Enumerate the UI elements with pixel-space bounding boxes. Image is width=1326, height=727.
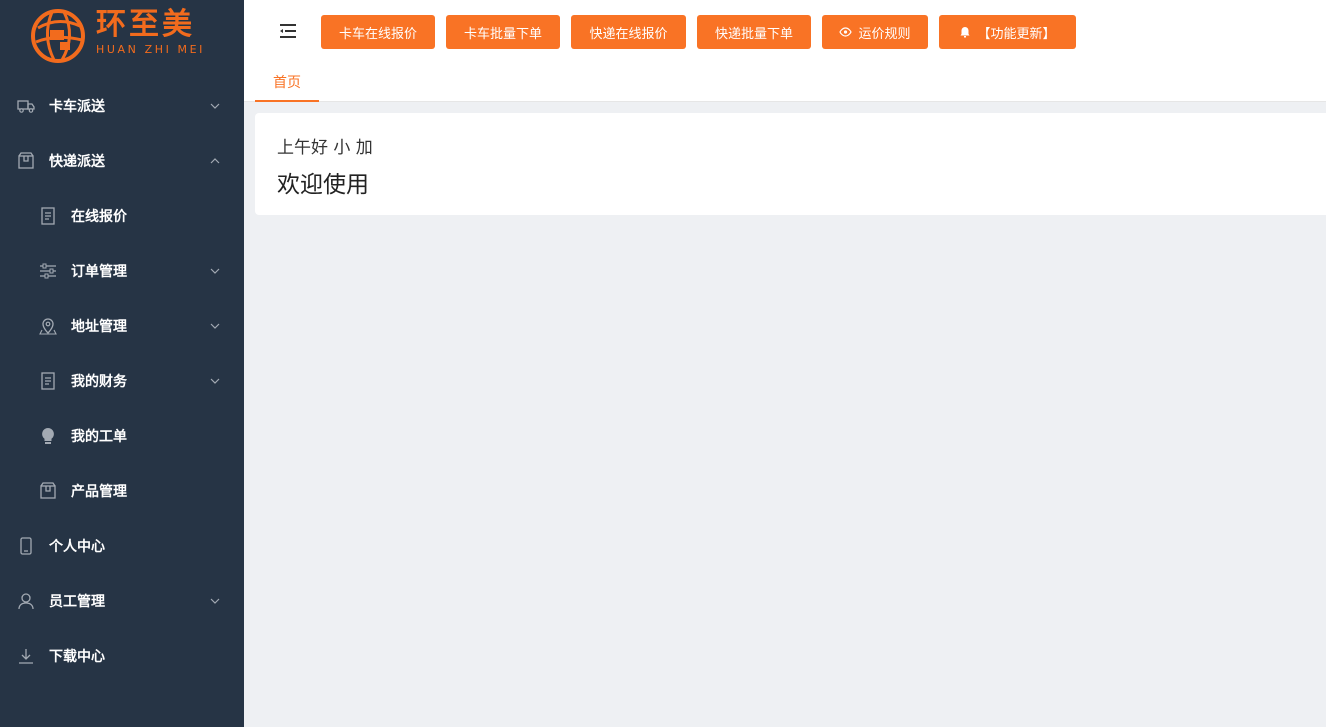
brand-logo[interactable]: 环至美 HUAN ZHI MEI	[0, 0, 244, 78]
sidebar-item-label: 在线报价	[71, 208, 127, 225]
sidebar-item-label: 员工管理	[49, 593, 105, 610]
sidebar-item-express-delivery[interactable]: 快递派送	[0, 133, 244, 188]
lightbulb-icon	[39, 427, 57, 445]
sidebar-item-personal-center[interactable]: 个人中心	[0, 518, 244, 573]
welcome-card: 上午好 小 加 欢迎使用	[255, 113, 1326, 215]
sidebar-item-label: 下载中心	[49, 648, 105, 665]
brand-name-cn: 环至美	[96, 7, 195, 42]
sliders-icon	[39, 262, 57, 280]
sidebar-item-label: 个人中心	[49, 538, 105, 555]
document-icon	[39, 206, 57, 225]
button-label: 【功能更新】	[977, 26, 1056, 42]
sidebar-item-label: 卡车派送	[49, 98, 105, 115]
button-label: 快递批量下单	[714, 26, 793, 42]
document-icon	[39, 371, 57, 390]
sidebar-item-label: 产品管理	[71, 483, 127, 500]
sidebar-item-my-finance[interactable]: 我的财务	[0, 353, 244, 408]
mobile-icon	[17, 536, 35, 555]
truck-icon	[17, 97, 35, 115]
express-batch-order-button[interactable]: 快递批量下单	[697, 15, 811, 49]
sidebar-item-staff-management[interactable]: 员工管理	[0, 573, 244, 628]
sidebar-item-truck-delivery[interactable]: 卡车派送	[0, 78, 244, 133]
express-online-quote-button[interactable]: 快递在线报价	[571, 15, 686, 49]
package-icon	[39, 481, 57, 500]
button-label: 运价规则	[858, 26, 911, 42]
user-icon	[17, 592, 35, 610]
tab-bar: 首页	[244, 64, 1326, 102]
eye-icon	[839, 27, 853, 37]
sidebar-item-label: 地址管理	[71, 318, 127, 335]
feature-update-button[interactable]: 【功能更新】	[939, 15, 1076, 49]
sidebar-item-label: 快递派送	[49, 153, 105, 170]
sidebar-item-label: 订单管理	[71, 263, 127, 280]
chevron-down-icon	[210, 103, 220, 109]
sidebar-item-label: 我的工单	[71, 428, 127, 445]
download-icon	[17, 647, 35, 665]
welcome-text: 欢迎使用	[277, 172, 369, 198]
sidebar-item-address-management[interactable]: 地址管理	[0, 298, 244, 353]
truck-online-quote-button[interactable]: 卡车在线报价	[321, 15, 435, 49]
sidebar-item-my-tickets[interactable]: 我的工单	[0, 408, 244, 463]
button-label: 卡车批量下单	[463, 26, 542, 42]
sidebar-item-product-management[interactable]: 产品管理	[0, 463, 244, 518]
sidebar-item-label: 我的财务	[71, 373, 127, 390]
globe-logo-icon	[31, 9, 85, 63]
chevron-down-icon	[210, 598, 220, 604]
tab-home[interactable]: 首页	[255, 64, 319, 102]
chevron-down-icon	[210, 323, 220, 329]
button-label: 卡车在线报价	[338, 26, 417, 42]
freight-rules-button[interactable]: 运价规则	[822, 15, 928, 49]
greeting-text: 上午好 小 加	[277, 138, 373, 158]
chevron-down-icon	[210, 378, 220, 384]
sidebar-item-order-management[interactable]: 订单管理	[0, 243, 244, 298]
chevron-up-icon	[210, 157, 220, 163]
location-pin-icon	[39, 317, 57, 335]
chevron-down-icon	[210, 268, 220, 274]
sidebar-item-download-center[interactable]: 下载中心	[0, 628, 244, 683]
menu-collapse-icon[interactable]	[278, 22, 298, 40]
brand-name-en: HUAN ZHI MEI	[96, 43, 206, 56]
sidebar-item-online-quote[interactable]: 在线报价	[0, 188, 244, 243]
bell-icon	[960, 27, 970, 38]
button-label: 快递在线报价	[589, 26, 668, 42]
sidebar: 环至美 HUAN ZHI MEI 卡车派送 快递派送 在线报价 订单管理 地址管…	[0, 0, 244, 727]
truck-batch-order-button[interactable]: 卡车批量下单	[446, 15, 560, 49]
package-icon	[17, 151, 35, 170]
